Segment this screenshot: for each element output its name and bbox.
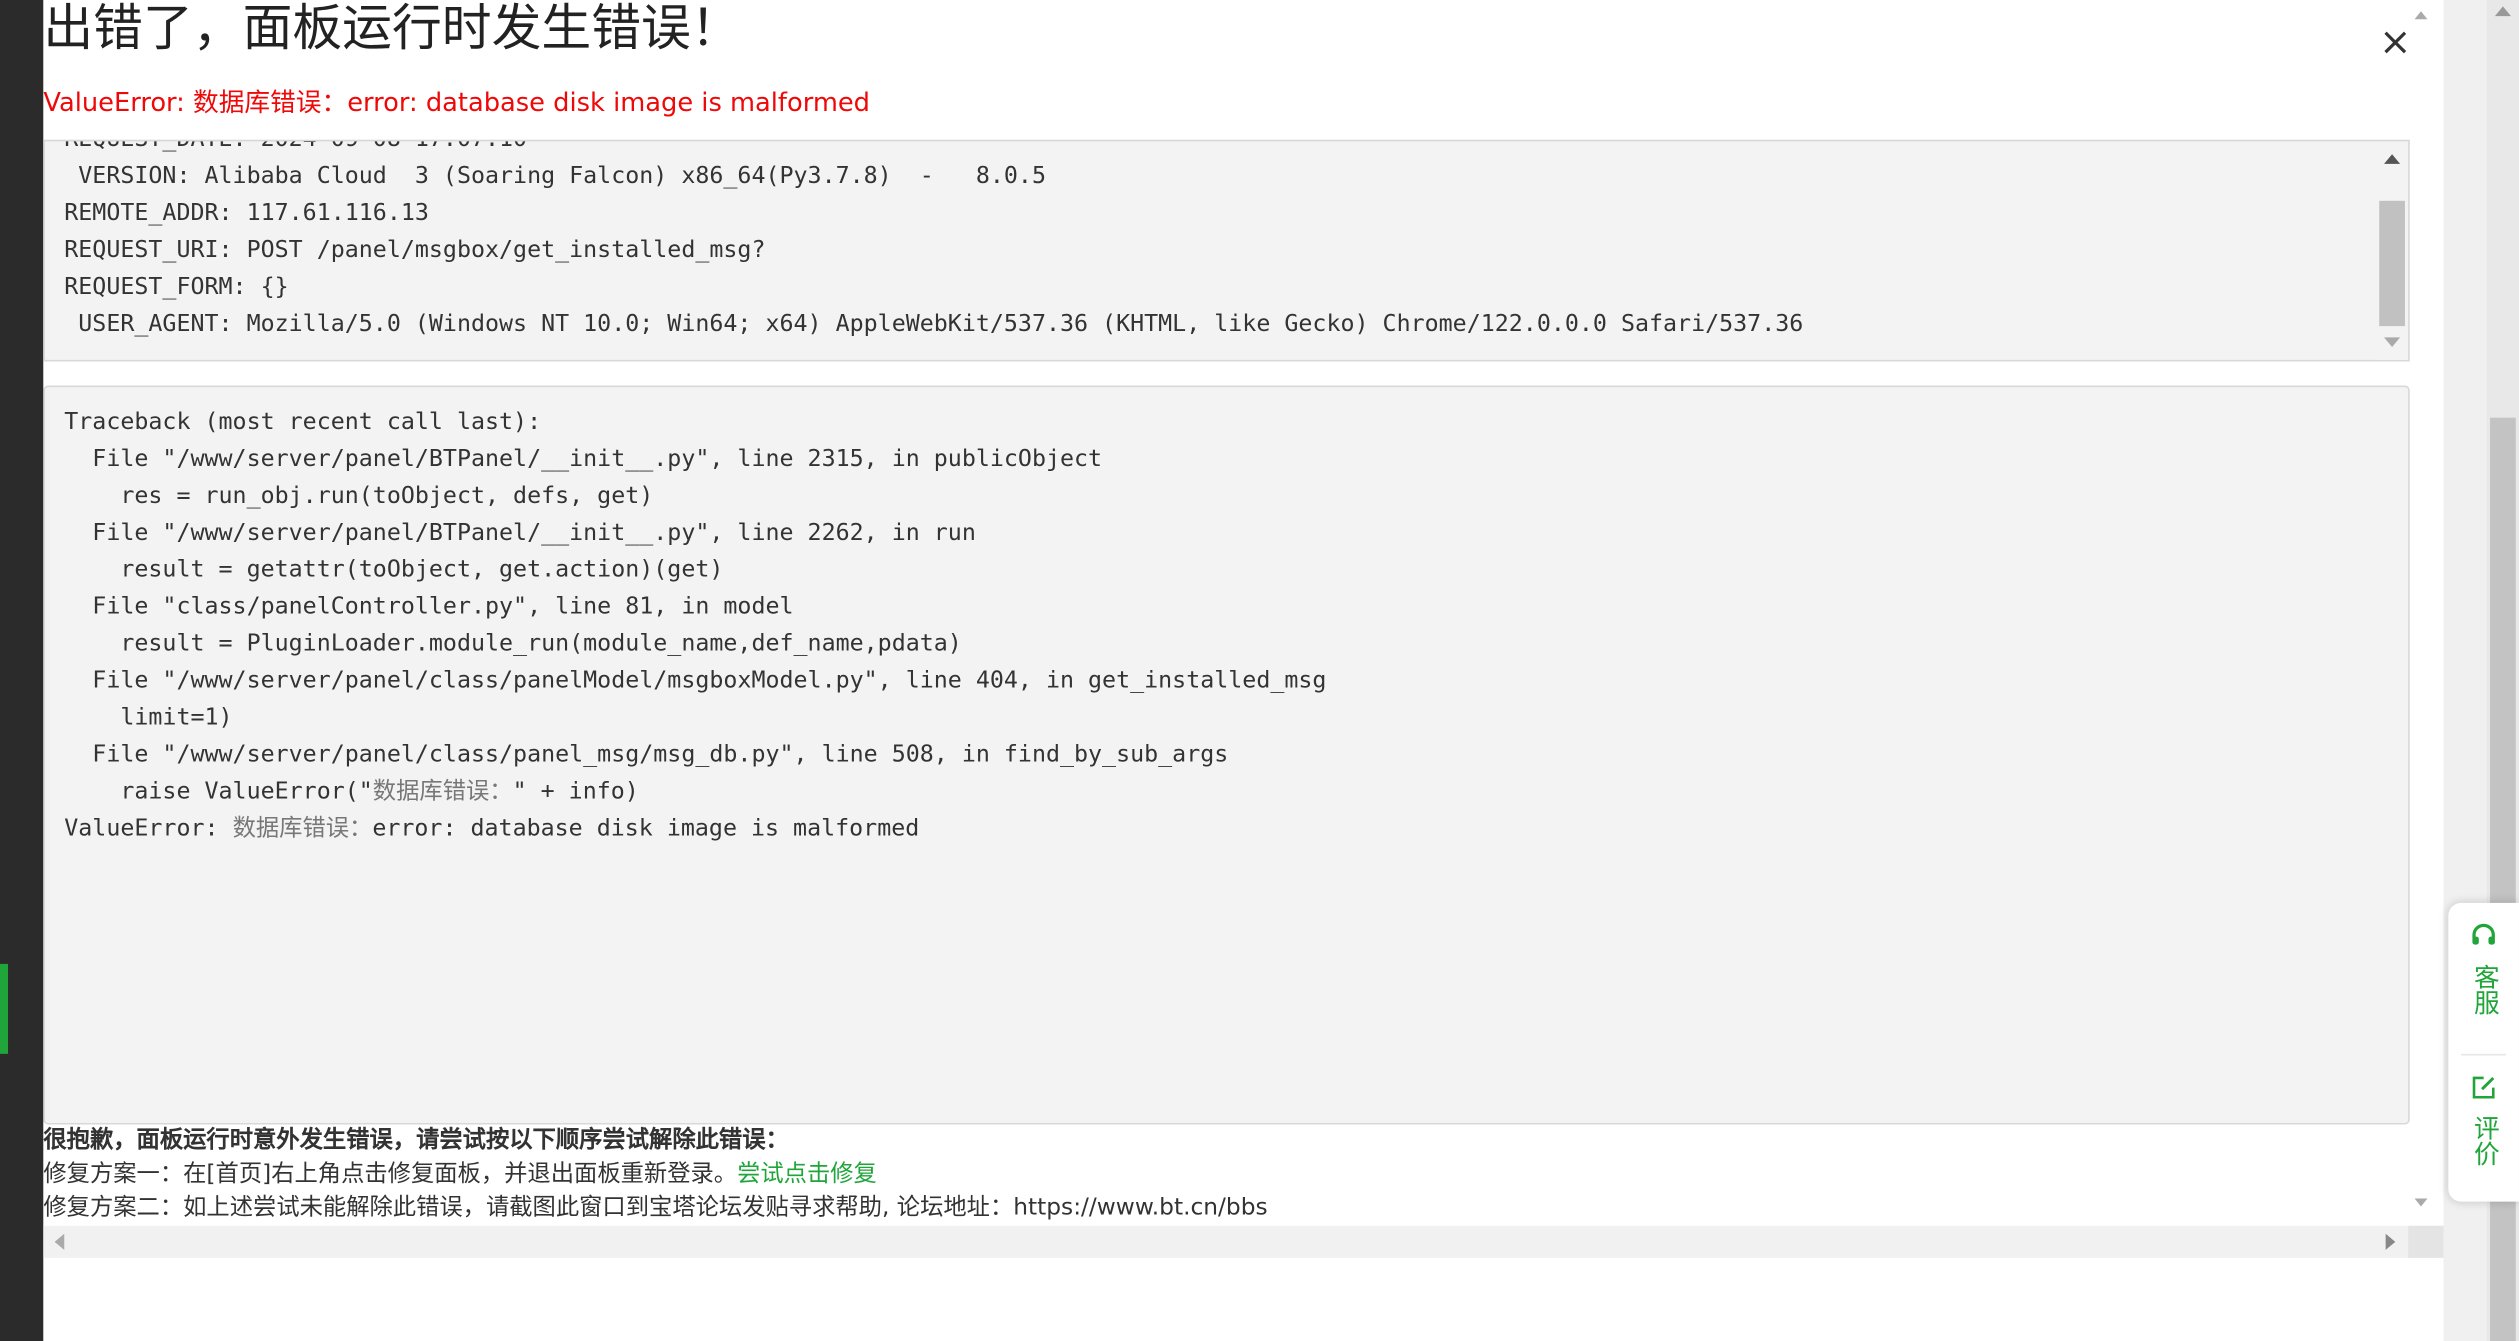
request-info-text: REQUEST_DATE: 2024-09-08 17:07:10 VERSIO… [64,139,1804,343]
traceback-line: result = PluginLoader.module_run(module_… [64,631,962,658]
background-sidebar [0,0,44,1341]
traceback-raise-prefix: raise ValueError(" [64,779,373,805]
traceback-line: result = getattr(toObject, get.action)(g… [64,557,724,584]
traceback-line: File "/www/server/panel/class/panel_msg/… [64,742,1229,768]
page-scroll-thumb[interactable] [2490,417,2516,1341]
headset-icon [2448,922,2519,957]
request-info-scrollbar[interactable] [2376,141,2409,360]
request-line: VERSION: Alibaba Cloud 3 (Soaring Falcon… [64,163,1046,190]
horizontal-scrollbar[interactable] [43,1225,2409,1258]
fix-option-1-text: 修复方案一：在[首页]右上角点击修复面板，并退出面板重新登录。 [43,1161,738,1188]
scrollbar-corner [2408,1225,2444,1258]
help-heading: 很抱歉，面板运行时意外发生错误，请尝试按以下顺序尝试解除此错误： [43,1127,789,1154]
traceback-text: Traceback (most recent call last): File … [64,405,1326,848]
try-fix-link[interactable]: 尝试点击修复 [737,1161,877,1187]
request-line: REQUEST_FORM: {} [64,274,289,301]
traceback-box: Traceback (most recent call last): File … [43,385,2410,1125]
dialog-scroll-down[interactable] [2414,1198,2428,1207]
traceback-final-cn: 数据库错误： [232,816,373,842]
hscroll-right[interactable] [2385,1233,2396,1250]
error-dialog: 出错了，面板运行时发生错误！ × ValueError: 数据库错误：error… [43,0,2444,1341]
request-info-box: REQUEST_DATE: 2024-09-08 17:07:10 VERSIO… [43,139,2410,362]
traceback-raise-suffix: " + info) [512,779,639,805]
hscroll-left[interactable] [54,1233,65,1250]
request-scroll-up[interactable] [2384,154,2401,164]
traceback-line: limit=1) [64,705,233,731]
side-widget: 客服 评价 [2448,902,2519,1202]
page-scroll-up[interactable] [2494,6,2511,17]
error-message: ValueError: 数据库错误：error: database disk i… [43,86,871,118]
background-active-indicator [0,963,9,1054]
dialog-scrollbar[interactable] [2410,0,2432,1221]
help-section: 很抱歉，面板运行时意外发生错误，请尝试按以下顺序尝试解除此错误： 修复方案一：在… [43,1125,1267,1226]
traceback-line: Traceback (most recent call last): [64,409,542,436]
fix-option-2: 修复方案二：如上述尝试未能解除此错误，请截图此窗口到宝塔论坛发贴寻求帮助, 论坛… [43,1195,1268,1221]
request-line: REQUEST_DATE: 2024-09-08 17:07:10 [64,139,528,153]
traceback-raise-cn: 数据库错误： [372,779,513,805]
dialog-scroll-up[interactable] [2414,11,2428,20]
traceback-line: File "/www/server/panel/BTPanel/__init__… [64,520,976,547]
request-scroll-thumb[interactable] [2379,200,2405,327]
request-line: USER_AGENT: Mozilla/5.0 (Windows NT 10.0… [64,311,1804,338]
review-button[interactable]: 评价 [2448,1073,2519,1166]
traceback-line: res = run_obj.run(toObject, defs, get) [64,483,654,510]
side-widget-divider [2461,1053,2507,1056]
request-line: REQUEST_URI: POST /panel/msgbox/get_inst… [64,237,766,264]
traceback-final-prefix: ValueError: [64,816,233,842]
request-scroll-down[interactable] [2384,337,2401,348]
traceback-line: File "/www/server/panel/class/panelModel… [64,668,1327,695]
traceback-final-suffix: error: database disk image is malformed [372,816,920,842]
review-label: 评价 [2469,1114,2500,1167]
dialog-title: 出错了，面板运行时发生错误！ [43,0,741,58]
traceback-line: File "class/panelController.py", line 81… [64,594,794,621]
traceback-line: File "/www/server/panel/BTPanel/__init__… [64,446,1103,473]
edit-icon [2448,1073,2519,1108]
customer-service-button[interactable]: 客服 [2448,922,2519,1015]
customer-service-label: 客服 [2469,963,2500,1016]
request-line: REMOTE_ADDR: 117.61.116.13 [64,200,429,227]
fix-option-1: 修复方案一：在[首页]右上角点击修复面板，并退出面板重新登录。尝试点击修复 [43,1158,1267,1192]
